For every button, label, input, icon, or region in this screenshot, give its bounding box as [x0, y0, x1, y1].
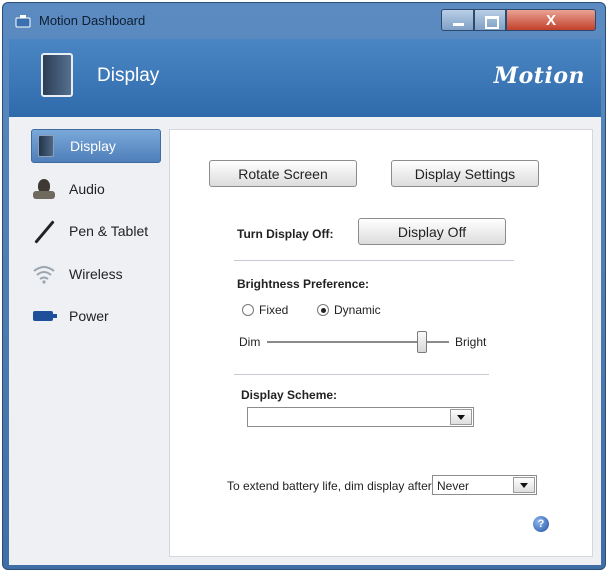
window-title: Motion Dashboard [39, 13, 146, 28]
rotate-screen-button[interactable]: Rotate Screen [209, 160, 357, 187]
brightness-preference-label: Brightness Preference: [237, 277, 370, 291]
pen-icon [31, 221, 59, 241]
audio-icon [31, 179, 59, 199]
close-button[interactable]: X [506, 9, 596, 31]
slider-min-label: Dim [239, 335, 261, 349]
dashboard-window: Motion Dashboard X Display Motion Displa… [2, 2, 606, 570]
maximize-button[interactable] [474, 9, 506, 31]
content-area: Display Audio Pen & Tablet Wireless Powe… [9, 117, 601, 565]
chevron-down-icon[interactable] [450, 409, 472, 425]
turn-display-off-label: Turn Display Off: [237, 227, 334, 241]
divider [234, 260, 514, 261]
close-icon: X [545, 12, 556, 29]
fixed-radio[interactable] [242, 304, 254, 316]
dim-display-value: Never [437, 479, 470, 493]
display-settings-panel: Rotate Screen Display Settings Turn Disp… [169, 129, 593, 557]
sidebar-item-label: Pen & Tablet [69, 223, 149, 239]
sidebar-item-power[interactable]: Power [31, 299, 161, 333]
dynamic-radio-label: Dynamic [334, 303, 381, 317]
sidebar-item-label: Wireless [69, 266, 123, 282]
slider-max-label: Bright [455, 335, 487, 349]
sidebar: Display Audio Pen & Tablet Wireless Powe… [9, 117, 169, 565]
battery-icon [31, 306, 59, 326]
display-icon [38, 135, 54, 157]
app-icon [15, 14, 31, 28]
dim-display-dropdown[interactable]: Never [432, 475, 537, 495]
sidebar-item-audio[interactable]: Audio [31, 172, 161, 206]
section-title: Display [97, 65, 160, 86]
brand-logo: Motion [493, 63, 585, 89]
chevron-down-icon[interactable] [513, 477, 535, 493]
dim-display-label: To extend battery life, dim display afte… [227, 479, 436, 493]
display-settings-button[interactable]: Display Settings [391, 160, 539, 187]
display-scheme-dropdown[interactable] [247, 407, 474, 427]
tablet-icon [41, 53, 73, 97]
title-bar[interactable]: Motion Dashboard X [3, 3, 605, 39]
section-header: Display Motion [9, 39, 601, 117]
sidebar-item-wireless[interactable]: Wireless [31, 257, 161, 291]
sidebar-item-label: Audio [69, 181, 105, 197]
sidebar-item-label: Display [70, 138, 116, 154]
divider [234, 374, 489, 375]
display-scheme-label: Display Scheme: [241, 388, 338, 402]
sidebar-item-pen-tablet[interactable]: Pen & Tablet [31, 214, 161, 248]
dynamic-radio[interactable] [317, 304, 329, 316]
brightness-slider-thumb[interactable] [416, 331, 427, 353]
fixed-radio-label: Fixed [259, 303, 289, 317]
display-off-button[interactable]: Display Off [358, 218, 506, 245]
sidebar-item-label: Power [69, 308, 109, 324]
sidebar-item-display[interactable]: Display [31, 129, 161, 163]
wireless-icon [31, 264, 59, 284]
help-icon[interactable]: ? [533, 516, 549, 532]
minimize-button[interactable] [441, 9, 474, 31]
